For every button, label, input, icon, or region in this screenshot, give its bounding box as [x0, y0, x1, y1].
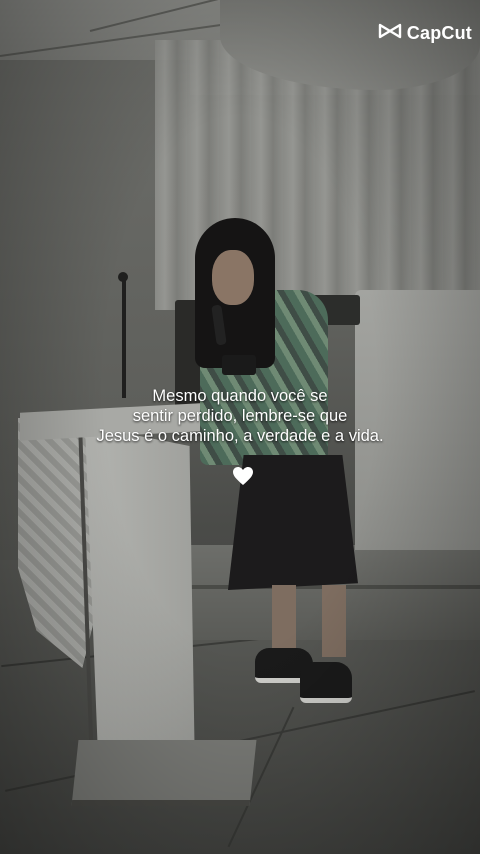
video-caption: Mesmo quando você se sentir perdido, lem…	[40, 386, 440, 446]
caption-line: Mesmo quando você se	[152, 387, 328, 405]
capcut-brand-text: CapCut	[406, 23, 472, 43]
caption-line: Jesus é o caminho, a verdade e a vida.	[96, 427, 384, 445]
video-frame: CapCut Mesmo quando você se sentir perdi…	[0, 0, 480, 854]
heart-icon	[231, 464, 255, 488]
capcut-watermark: CapCut	[378, 22, 472, 45]
capcut-logo-icon	[378, 22, 402, 45]
caption-line: sentir perdido, lembre-se que	[132, 407, 348, 425]
